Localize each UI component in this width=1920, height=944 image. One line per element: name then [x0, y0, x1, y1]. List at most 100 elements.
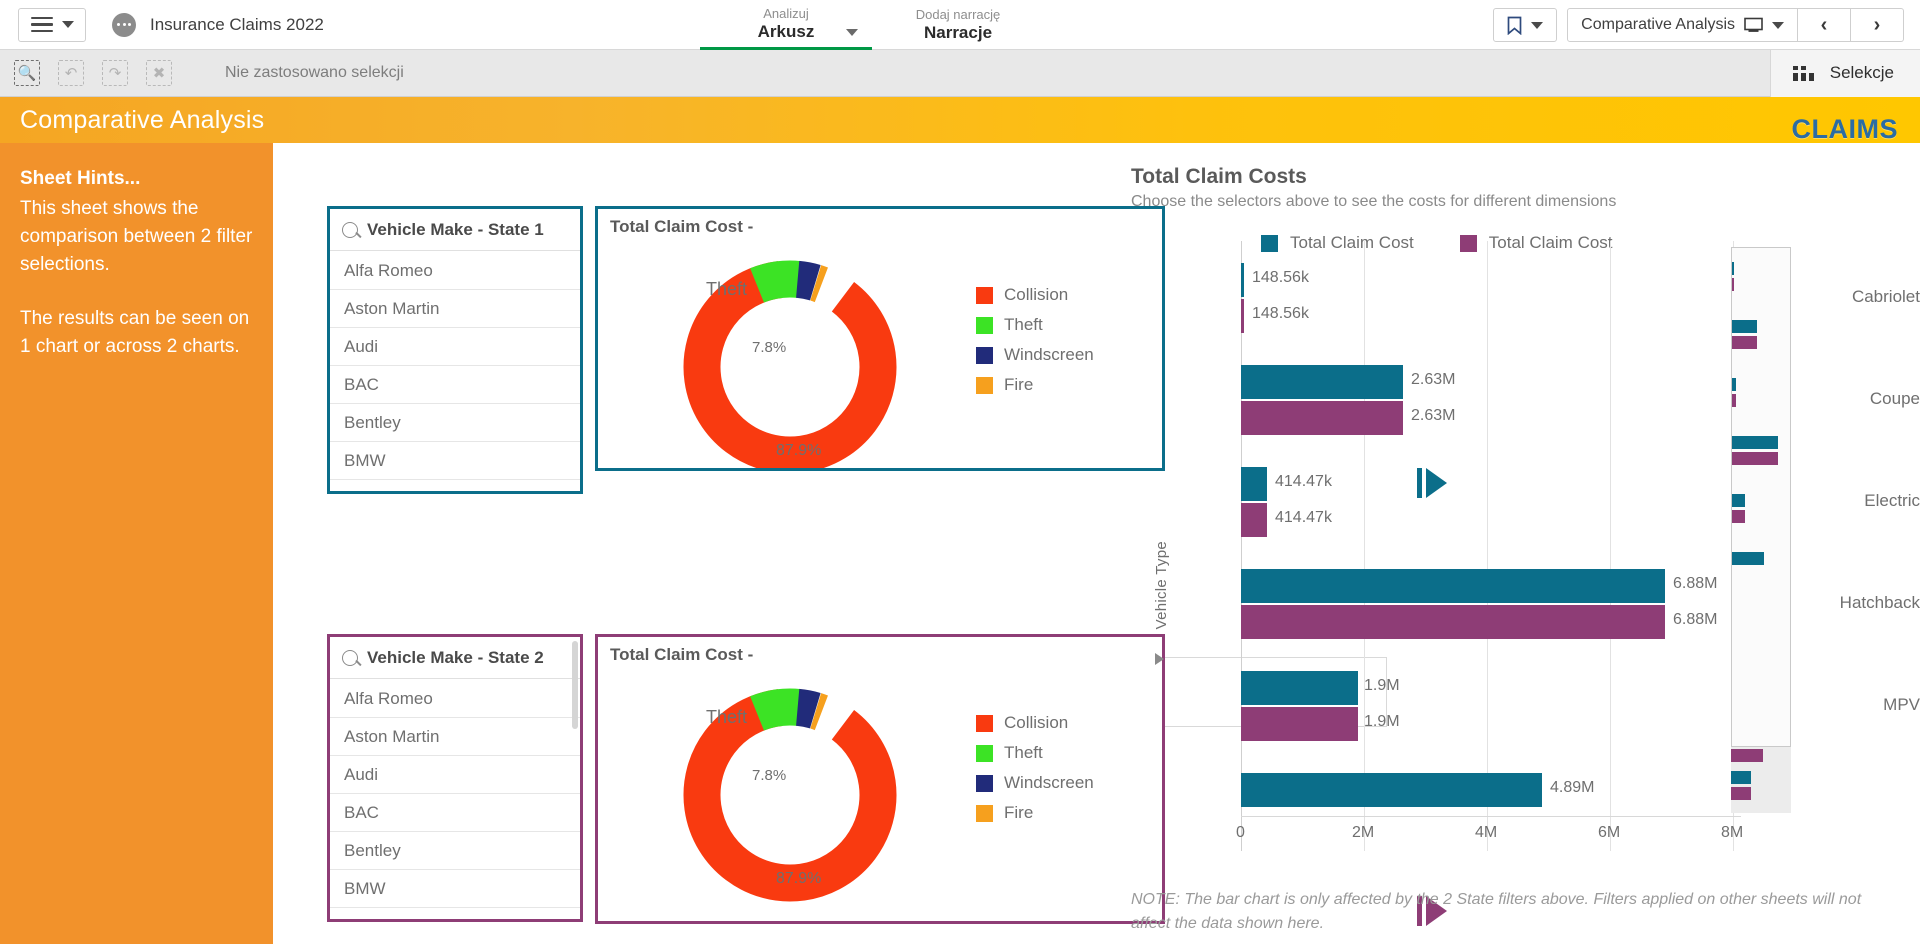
chevron-right-icon: ›	[1873, 13, 1881, 36]
legend-item[interactable]: Windscreen	[976, 345, 1094, 365]
bar-value-label: 1.9M	[1364, 713, 1400, 730]
category-label: Cabriolet	[1851, 287, 1920, 306]
donut-pct-collision-1: 87.9%	[776, 442, 822, 459]
chart-scroll-minimap[interactable]	[1731, 247, 1791, 747]
chevron-left-icon: ‹	[1820, 13, 1828, 36]
legend-item[interactable]: Theft	[976, 743, 1094, 763]
legend-item[interactable]: Collision	[976, 285, 1094, 305]
selections-panel-button[interactable]: Selekcje	[1769, 49, 1920, 97]
bar-series-1[interactable]	[1241, 773, 1542, 807]
search-icon[interactable]	[342, 649, 358, 666]
legend-swatch-theft	[976, 744, 993, 762]
bar-series-2[interactable]	[1241, 605, 1665, 639]
donut-pct-theft-1: 7.8%	[752, 339, 787, 356]
hamburger-icon	[30, 16, 53, 33]
bar-chart-title: Total Claim Costs	[1131, 165, 1307, 188]
bar-value-label: 2.63M	[1411, 371, 1456, 388]
list-item[interactable]: Caterham	[330, 908, 580, 919]
legend-swatch-collision	[976, 714, 993, 732]
legend-swatch-theft	[976, 316, 993, 334]
category-label: Electric	[1864, 491, 1920, 510]
y-axis-title: Vehicle Type	[1153, 541, 1170, 630]
list-item[interactable]: Alfa Romeo	[330, 680, 580, 718]
list-item[interactable]: BMW	[330, 442, 580, 480]
listbox-items-state-1: Alfa Romeo Aston Martin Audi BAC Bentley…	[330, 252, 580, 491]
bar-series-2[interactable]	[1241, 707, 1358, 741]
minimap-bar	[1731, 749, 1763, 762]
bar-series-1[interactable]	[1241, 365, 1403, 399]
category-label: Hatchback	[1839, 593, 1920, 612]
category-label: MPV	[1883, 695, 1920, 714]
list-item[interactable]: BMW	[330, 870, 580, 908]
sheet-selector-button[interactable]: Comparative Analysis	[1567, 8, 1798, 42]
list-item[interactable]: Audi	[330, 756, 580, 794]
list-item[interactable]: Caterham	[330, 480, 580, 491]
tab-add-story[interactable]: Dodaj narrację Narracje	[872, 0, 1044, 50]
sheet-hints-paragraph-2: The results can be seen on 1 chart or ac…	[20, 308, 250, 357]
bar-series-1[interactable]	[1241, 467, 1267, 501]
sheet-hints-paragraph-1: This sheet shows the comparison between …	[20, 198, 253, 275]
selections-icon	[1792, 65, 1814, 81]
list-item[interactable]: Audi	[330, 328, 580, 366]
step-back-icon[interactable]: ↶	[58, 60, 84, 86]
bar-value-label: 414.47k	[1275, 473, 1332, 490]
x-tick-label: 6M	[1598, 824, 1621, 841]
legend-item[interactable]: Theft	[976, 315, 1094, 335]
next-sheet-button[interactable]: ›	[1851, 8, 1904, 42]
list-item[interactable]: BAC	[330, 366, 580, 404]
list-item[interactable]: Bentley	[330, 832, 580, 870]
donut-legend-1: Collision Theft Windscreen Fire	[976, 285, 1094, 395]
sheet-title-bar: Comparative Analysis CLAIMS	[0, 97, 1920, 144]
legend-item[interactable]: Fire	[976, 803, 1094, 823]
sheet-navigation-group: Comparative Analysis ‹ ›	[1567, 8, 1904, 42]
legend-swatch-windscreen	[976, 346, 993, 364]
legend-item[interactable]: Fire	[976, 375, 1094, 395]
chevron-down-icon[interactable]	[846, 29, 858, 36]
legend-item[interactable]: Windscreen	[976, 773, 1094, 793]
bar-series-2[interactable]	[1241, 401, 1403, 435]
bar-value-label: 4.89M	[1550, 779, 1595, 796]
step-forward-icon[interactable]: ↷	[102, 60, 128, 86]
bar-series-1[interactable]	[1241, 263, 1244, 297]
app-dots-icon	[112, 12, 136, 37]
selection-search-icon[interactable]: 🔍	[14, 60, 40, 86]
listbox-state-2[interactable]: Vehicle Make - State 2 Alfa Romeo Aston …	[327, 634, 583, 922]
bar-series-1[interactable]	[1241, 671, 1358, 705]
sheet-content: Sheet Hints... This sheet shows the comp…	[0, 143, 1920, 944]
list-item[interactable]: Bentley	[330, 404, 580, 442]
mode-tabs: Analizuj Arkusz Dodaj narrację Narracje	[700, 0, 1044, 50]
list-item[interactable]: Alfa Romeo	[330, 252, 580, 290]
bar-series-1[interactable]	[1241, 569, 1665, 603]
donut-pct-theft-2: 7.8%	[752, 767, 787, 784]
listbox-scrollbar[interactable]	[572, 641, 578, 729]
main-menu-button[interactable]	[18, 7, 86, 42]
gridline	[1610, 241, 1611, 851]
search-icon[interactable]	[342, 221, 358, 238]
x-tick-label: 0	[1236, 824, 1245, 841]
tab-analyze-sheet[interactable]: Analizuj Arkusz	[700, 0, 872, 50]
clear-all-icon[interactable]: ✖	[146, 60, 172, 86]
y-axis-expand-icon[interactable]	[1155, 653, 1164, 665]
donut-pct-collision-2: 87.9%	[776, 870, 822, 887]
sheet-selector-label: Comparative Analysis	[1581, 16, 1735, 33]
minimap-bar	[1732, 320, 1757, 333]
bar-series-2[interactable]	[1241, 299, 1244, 333]
previous-sheet-button[interactable]: ‹	[1798, 8, 1851, 42]
legend-label: Theft	[1004, 743, 1043, 762]
app-title: Insurance Claims 2022	[150, 14, 324, 34]
bar-value-label: 414.47k	[1275, 509, 1332, 526]
bar-chart-plot: Vehicle Type Cabriolet 148.56k 148.56k C…	[1131, 241, 1920, 901]
bar-series-2[interactable]	[1241, 503, 1267, 537]
bookmarks-button[interactable]	[1493, 8, 1558, 42]
legend-label: Collision	[1004, 285, 1069, 304]
minimap-bar	[1732, 510, 1745, 523]
listbox-state-1[interactable]: Vehicle Make - State 1 Alfa Romeo Aston …	[327, 206, 583, 494]
donut-svg-1[interactable]	[660, 249, 920, 471]
legend-item[interactable]: Collision	[976, 713, 1094, 733]
chevron-down-icon	[1772, 21, 1784, 29]
x-tick-label: 8M	[1721, 824, 1744, 841]
legend-label: Fire	[1004, 375, 1034, 394]
list-item[interactable]: Aston Martin	[330, 290, 580, 328]
list-item[interactable]: Aston Martin	[330, 718, 580, 756]
list-item[interactable]: BAC	[330, 794, 580, 832]
